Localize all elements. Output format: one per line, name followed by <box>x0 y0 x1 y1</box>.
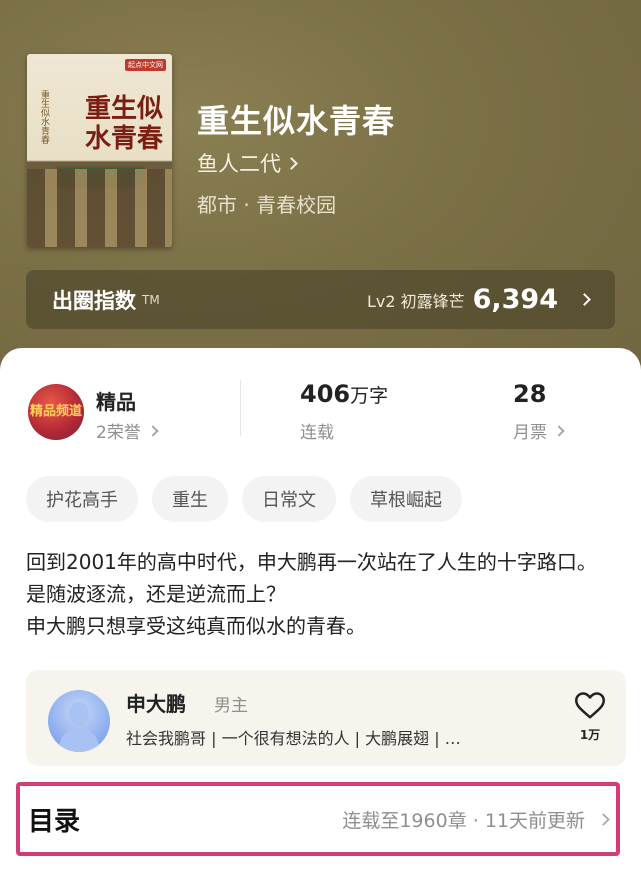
chevron-right-icon <box>147 424 159 437</box>
author-link[interactable]: 鱼人二代 <box>197 148 298 178</box>
like-count: 1万 <box>579 728 601 742</box>
monthly-votes-label: 月票 <box>513 423 547 443</box>
tag-chip[interactable]: 草根崛起 <box>350 476 462 522</box>
monthly-votes: 28 <box>513 380 546 408</box>
table-of-contents-row[interactable]: 目录 连载至1960章 · 11天前更新 <box>16 782 620 856</box>
serial-status-label: 连载 <box>300 423 334 443</box>
tag-chip[interactable]: 重生 <box>152 476 228 522</box>
chevron-right-icon <box>597 812 610 826</box>
chevron-right-icon <box>578 293 591 306</box>
tag-list: 护花高手 重生 日常文 草根崛起 <box>26 476 462 522</box>
chevron-right-icon <box>553 424 565 437</box>
character-avatar <box>48 690 110 752</box>
toc-meta: 连载至1960章 · 11天前更新 <box>342 806 610 833</box>
index-score: 6,394 <box>472 284 558 315</box>
quality-label: 精品 <box>96 390 136 414</box>
toc-title: 目录 <box>28 806 81 837</box>
heart-icon <box>575 692 605 719</box>
index-value-group: Lv2 初露锋芒 6,394 <box>366 284 591 315</box>
monthly-votes-link[interactable]: 月票 <box>513 418 565 443</box>
serial-status: 连载 <box>300 418 334 443</box>
honors-count: 2荣誉 <box>96 423 141 443</box>
book-header: 起点中文网 重生似水青春 重生似水青春 重生似水青春 鱼人二代 都市 · 青春校… <box>0 0 641 400</box>
index-trademark: TM <box>142 292 160 307</box>
word-count: 406万字 <box>300 380 388 408</box>
avatar-body-shape <box>59 728 99 752</box>
word-count-value: 406 <box>300 380 351 408</box>
quality-badge-icon: 精品频道 <box>28 384 84 440</box>
book-genre: 都市 · 青春校园 <box>197 193 337 217</box>
character-like-button[interactable]: 1万 <box>574 692 606 743</box>
honors-link[interactable]: 2荣誉 <box>96 418 159 443</box>
character-name: 申大鹏 <box>126 692 186 716</box>
cover-classroom-desks <box>27 169 172 247</box>
stats-row: 精品频道 精品 2荣誉 406万字 连载 28 月票 <box>0 376 641 466</box>
avatar-head-shape <box>69 702 89 726</box>
monthly-votes-value: 28 <box>513 380 547 408</box>
description-paragraph: 申大鹏只想享受这纯真而似水的青春。 <box>26 614 366 638</box>
index-level: Lv2 初露锋芒 <box>366 291 465 311</box>
author-name: 鱼人二代 <box>197 152 281 176</box>
popularity-index-bar[interactable]: 出圈指数 TM Lv2 初露锋芒 6,394 <box>26 270 615 329</box>
description-paragraph: 回到2001年的高中时代，申大鹏再一次站在了人生的十字路口。是随波逐流，还是逆流… <box>26 550 597 606</box>
chevron-right-icon <box>285 156 298 170</box>
cover-spine-text: 重生似水青春 <box>39 90 49 144</box>
tag-chip[interactable]: 日常文 <box>242 476 336 522</box>
cover-brand-logo: 起点中文网 <box>125 59 166 71</box>
stats-divider <box>240 380 241 436</box>
cover-title-art: 重生似水青春 <box>84 94 163 154</box>
character-tags: 社会我鹏哥 | 一个很有想法的人 | 大鹏展翅 | … <box>126 729 461 748</box>
word-count-unit: 万字 <box>350 385 389 407</box>
book-description[interactable]: 回到2001年的高中时代，申大鹏再一次站在了人生的十字路口。是随波逐流，还是逆流… <box>26 546 616 642</box>
toc-update-status: 连载至1960章 · 11天前更新 <box>342 809 585 832</box>
book-detail-sheet: 精品频道 精品 2荣誉 406万字 连载 28 月票 护花高手 重生 日常文 草… <box>0 348 641 869</box>
character-card[interactable]: 申大鹏 男主 社会我鹏哥 | 一个很有想法的人 | 大鹏展翅 | … 1万 <box>26 670 626 766</box>
book-title: 重生似水青春 <box>197 102 396 140</box>
tag-chip[interactable]: 护花高手 <box>26 476 138 522</box>
book-cover[interactable]: 起点中文网 重生似水青春 重生似水青春 <box>27 54 172 247</box>
index-label: 出圈指数 <box>52 288 136 313</box>
character-role: 男主 <box>214 696 248 716</box>
